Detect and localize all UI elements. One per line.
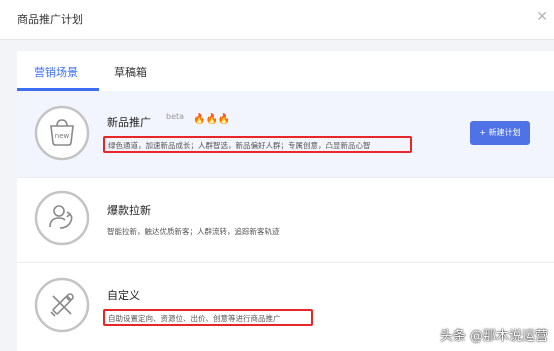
new-plan-button[interactable]: + 新建计划 (470, 121, 530, 145)
new-bag-icon-label: new (55, 132, 70, 140)
scene-title-custom: 自定义 (107, 289, 140, 302)
scene-desc-custom: 自助设置定向、资源位、出价、创意等进行商品推广 (108, 314, 281, 323)
close-icon[interactable]: ✕ (536, 10, 548, 24)
tab-drafts[interactable]: 草稿箱 (114, 64, 147, 80)
tools-icon (34, 277, 90, 333)
hot-flame-icons: 🔥🔥🔥 (193, 114, 231, 125)
tab-marketing-scene[interactable]: 营销场景 (34, 64, 78, 80)
beta-tag: beta (166, 112, 185, 121)
scene-desc-bestseller: 智能拉新，触达优质新客；人群流转，追踪新客轨迹 (107, 227, 280, 236)
dialog-header: 商品推广计划 ✕ (0, 0, 554, 40)
scene-card-bestseller[interactable]: 爆款拉新 智能拉新，触达优质新客；人群流转，追踪新客轨迹 (17, 178, 554, 263)
user-growth-icon (34, 190, 90, 246)
scene-desc-new-product: 绿色通道，加速新品成长；人群智选，新品偏好人群；专属创意，凸显新品心智 (108, 141, 371, 150)
dialog-title: 商品推广计划 (17, 13, 83, 26)
scene-title-bestseller: 爆款拉新 (107, 204, 151, 217)
new-bag-icon: new (34, 105, 90, 161)
watermark: 头条 @那木说运营 (439, 329, 548, 344)
scene-title-new-product: 新品推广 (107, 116, 151, 129)
tab-bar: 营销场景 草稿箱 (17, 51, 554, 92)
scene-panel: 营销场景 草稿箱 new 新品推广 beta 🔥🔥🔥 绿色通道，加速新品成长；人… (17, 51, 554, 351)
